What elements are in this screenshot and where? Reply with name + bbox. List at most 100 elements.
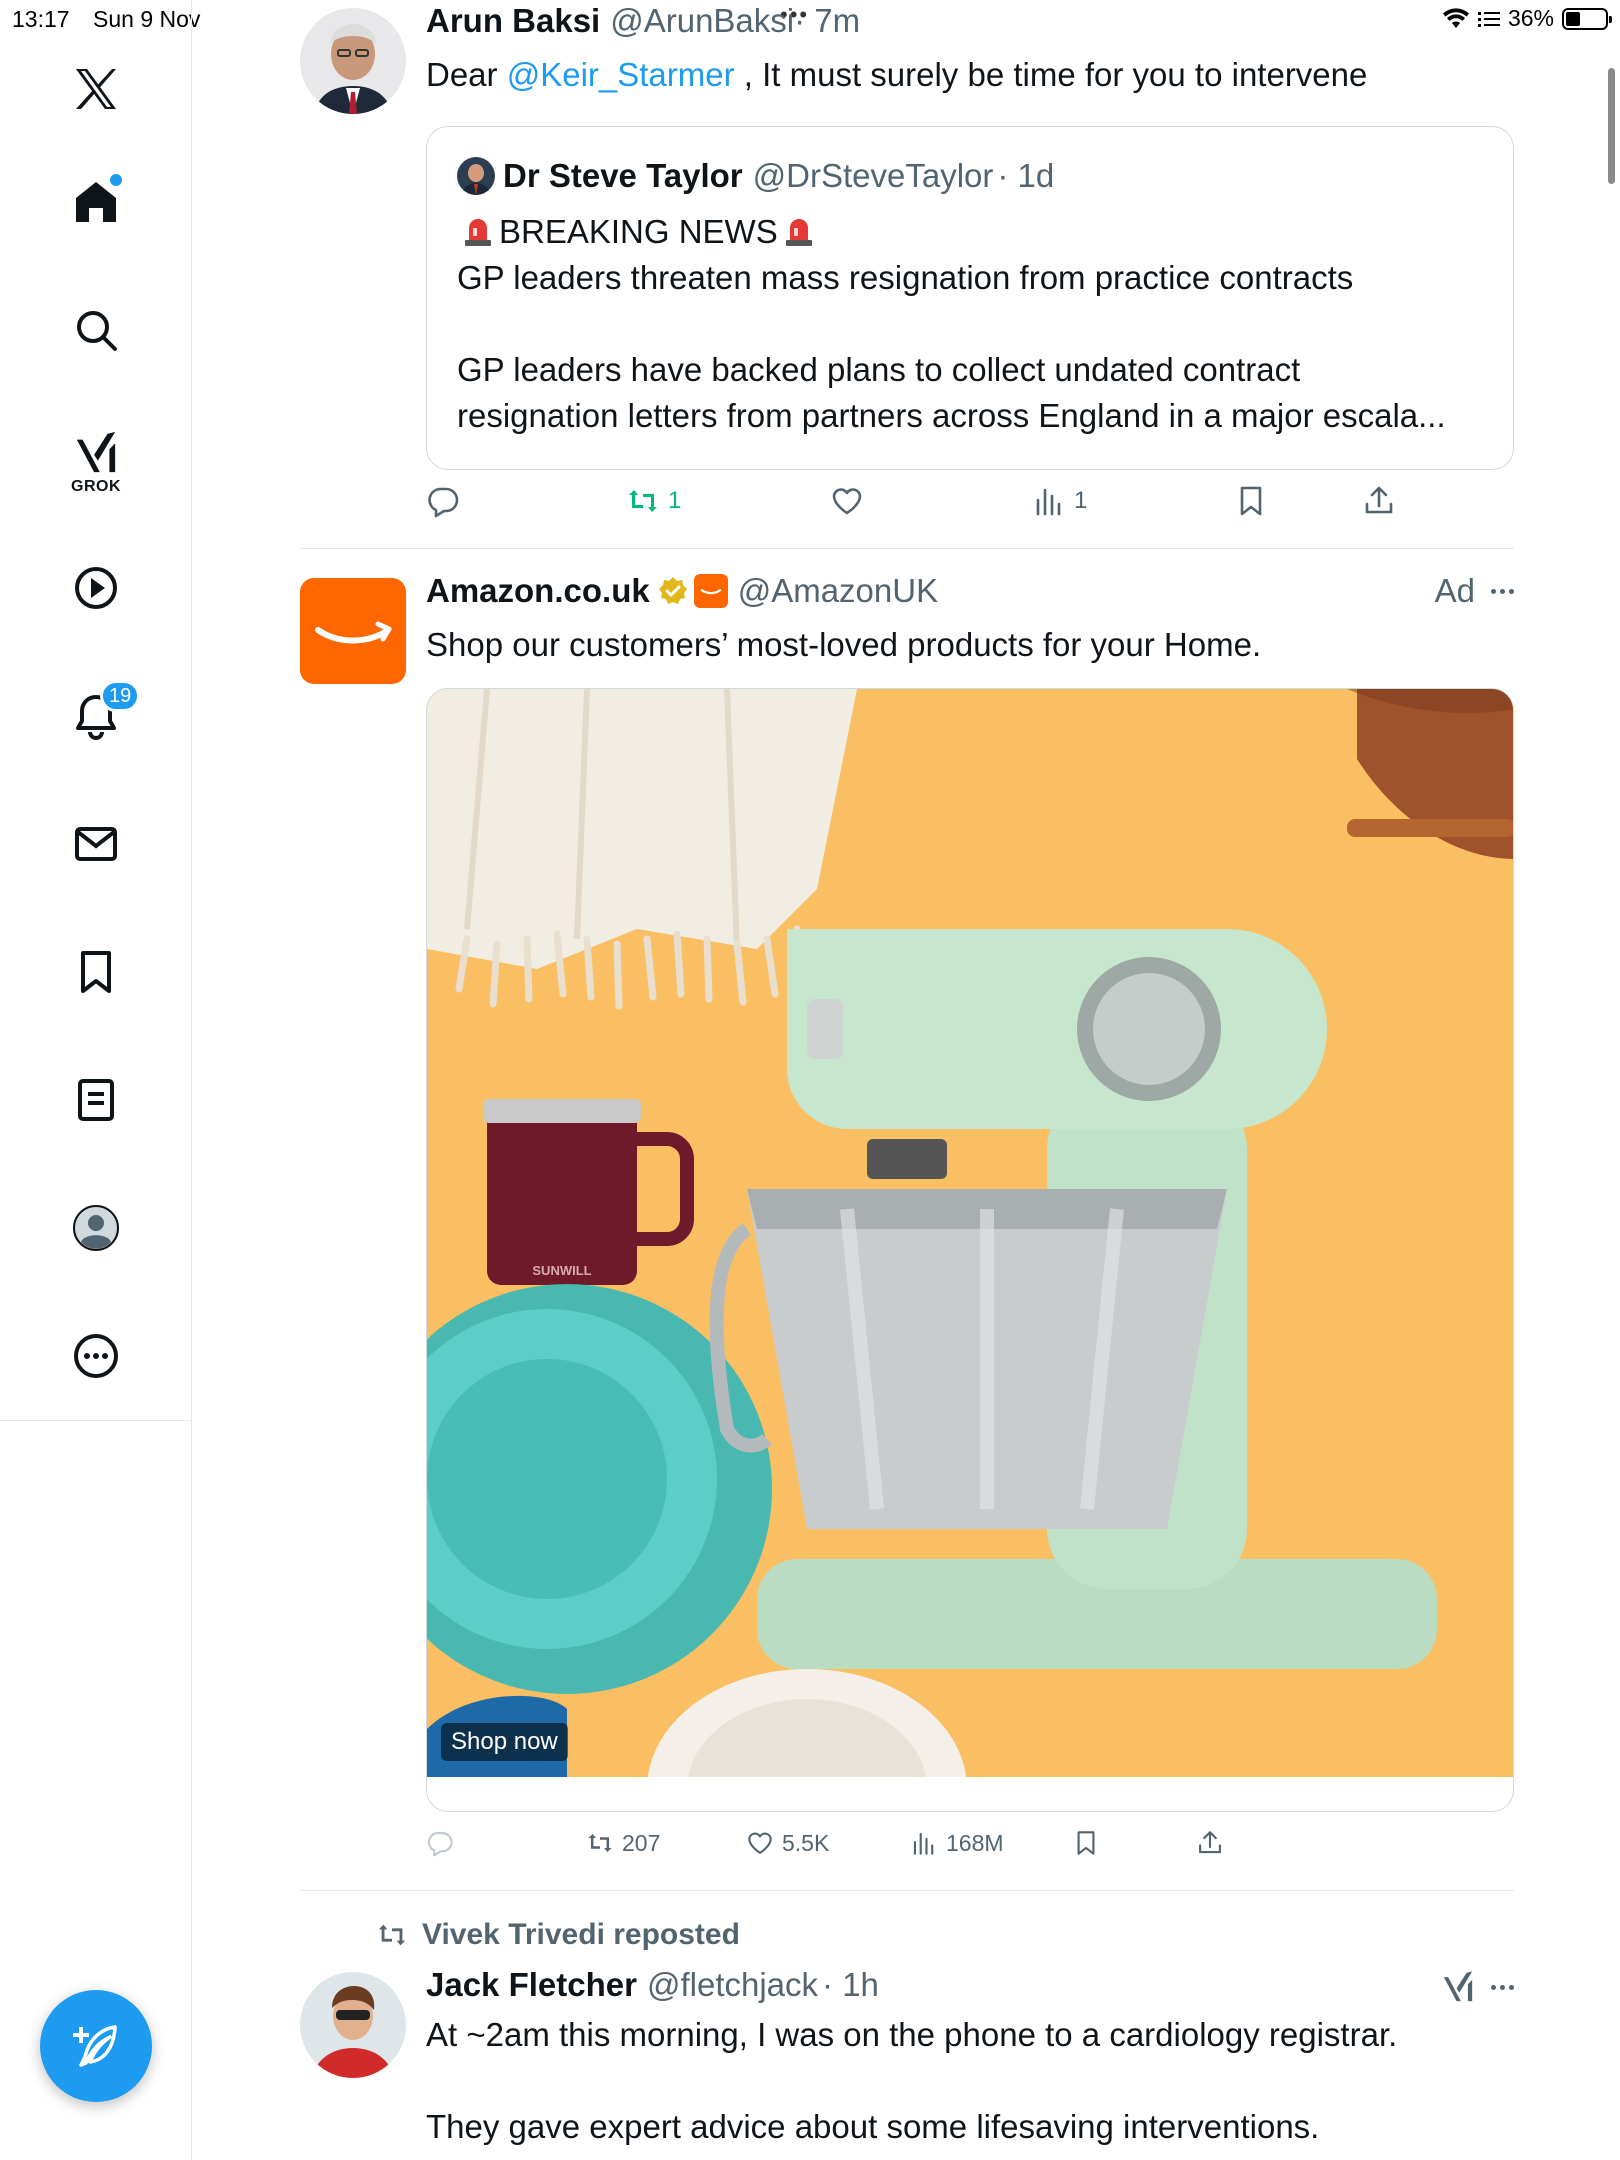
tweet-text: Shop our customers’ most-loved products … (426, 626, 1262, 663)
quote-author-handle[interactable]: @DrSteveTaylor (753, 157, 994, 195)
scrollbar[interactable] (1608, 68, 1615, 184)
views-button[interactable]: 1 (1032, 476, 1087, 526)
author-name[interactable]: Amazon.co.uk (426, 572, 650, 610)
quote-headline-line: BREAKING NEWS (457, 209, 820, 255)
tweet-divider (300, 1890, 1514, 1891)
mail-icon (75, 827, 117, 861)
sidebar-item-grok[interactable]: GROK (56, 418, 136, 508)
quote-headline: BREAKING NEWS (499, 213, 778, 250)
sidebar-item-search[interactable] (56, 290, 136, 370)
view-count: 168M (946, 1829, 1004, 1856)
tweet-header: Arun Baksi @ArunBaksi · 7m (426, 2, 860, 40)
ad-label: Ad (1434, 572, 1475, 609)
share-button[interactable] (1362, 476, 1396, 526)
shop-now-button[interactable]: Shop now (441, 1723, 568, 1761)
quote-author-name[interactable]: Dr Steve Taylor (503, 157, 743, 195)
tweet-text: Dear @Keir_Starmer , It must surely be t… (426, 52, 1367, 98)
grok-icon[interactable] (1441, 1970, 1475, 2004)
amazon-logo-avatar[interactable] (300, 578, 406, 684)
notification-badge: 19 (100, 680, 141, 712)
affiliate-badge-icon (693, 574, 728, 608)
reposted-by: Vivek Trivedi reposted (422, 1918, 740, 1951)
like-button[interactable] (830, 476, 872, 526)
author-handle[interactable]: @fletchjack (647, 1966, 818, 2004)
sidebar-divider (0, 1420, 192, 1421)
x-logo-icon[interactable] (56, 49, 136, 129)
like-button[interactable]: 5.5K (746, 1818, 829, 1868)
tweet-text-line-2: They gave expert advice about some lifes… (426, 2108, 1320, 2145)
author-name[interactable]: Jack Fletcher (426, 1966, 637, 2004)
repost-icon (588, 1833, 612, 1853)
quote-header: Dr Steve Taylor @DrSteveTaylor · 1d (457, 157, 1054, 195)
sidebar-item-messages[interactable] (56, 804, 136, 884)
sidebar-item-notifications[interactable]: 19 (56, 676, 141, 756)
compose-icon (73, 2025, 117, 2067)
tweet-actions: 1 1 (426, 476, 1426, 526)
mention-link[interactable]: @Keir_Starmer (507, 56, 735, 93)
more-options-icon[interactable] (1491, 588, 1514, 594)
author-handle[interactable]: @AmazonUK (738, 572, 938, 610)
quote-avatar (457, 157, 495, 195)
quote-line-1: GP leaders threaten mass resignation fro… (457, 259, 1354, 296)
repost-count: 207 (622, 1829, 661, 1856)
grok-label: GROK (71, 478, 121, 495)
tweet-time[interactable]: · 1h (822, 1966, 879, 2004)
author-name[interactable]: Arun Baksi (426, 2, 600, 40)
quote-time: · 1d (997, 157, 1055, 194)
home-notification-dot (110, 174, 122, 186)
sidebar-item-video[interactable] (56, 548, 136, 628)
battery-percent: 36% (1507, 5, 1554, 31)
sidebar-item-lists[interactable] (56, 1060, 136, 1140)
more-options-icon[interactable] (1491, 1984, 1514, 1990)
tweet-top-right (1441, 1970, 1514, 2004)
bookmark-icon (1077, 1831, 1095, 1855)
like-count: 5.5K (782, 1829, 830, 1856)
tweet-header: Amazon.co.uk @AmazonUK (426, 572, 938, 610)
siren-icon (465, 219, 491, 246)
repost-count: 1 (668, 487, 682, 514)
quote-line-2: GP leaders have backed plans to collect … (457, 351, 1301, 388)
share-icon (1365, 486, 1393, 514)
tweet-divider (300, 548, 1514, 549)
share-icon (1199, 1831, 1221, 1854)
views-button[interactable]: 168M (910, 1818, 1004, 1868)
bookmark-button[interactable] (1072, 1818, 1100, 1868)
repost-button[interactable]: 1 (626, 476, 681, 526)
signal-lines-icon (1477, 11, 1500, 27)
bookmark-icon (81, 951, 111, 993)
reply-icon (427, 1832, 453, 1857)
sidebar-item-profile[interactable] (56, 1188, 136, 1268)
mug-brand-label: SUNWILL (532, 1263, 591, 1278)
ad-media-card[interactable]: SUNWILL Shop now (426, 688, 1514, 1812)
author-handle[interactable]: @ArunBaksi (610, 2, 794, 40)
repost-icon (629, 490, 657, 512)
ad-product-image[interactable]: SUNWILL (427, 689, 1514, 1777)
sidebar: GROK 19 (0, 0, 192, 2160)
sidebar-item-more[interactable] (56, 1316, 136, 1396)
avatar[interactable] (300, 8, 406, 114)
views-icon (1036, 488, 1061, 516)
quote-line-3: resignation letters from partners across… (457, 397, 1446, 434)
avatar[interactable] (300, 1972, 406, 2078)
ad-tweet-actions: 207 5.5K 168M (426, 1818, 1426, 1868)
video-icon (75, 567, 117, 609)
more-icon (74, 1334, 118, 1378)
tweet-time[interactable]: · 7m (794, 2, 860, 40)
sidebar-item-home[interactable] (56, 162, 136, 242)
reply-button[interactable] (426, 476, 468, 526)
repost-context[interactable]: Vivek Trivedi reposted (376, 1918, 740, 1952)
compose-button[interactable] (40, 1990, 152, 2102)
sidebar-item-bookmarks[interactable] (56, 932, 136, 1012)
views-icon (913, 1832, 934, 1855)
reply-button[interactable] (426, 1818, 454, 1868)
tweet-header: Jack Fletcher @fletchjack · 1h (426, 1966, 879, 2004)
repost-icon (378, 1924, 406, 1946)
repost-button[interactable]: 207 (586, 1818, 660, 1868)
status-right: 36% (1442, 5, 1612, 32)
wifi-icon (1442, 7, 1469, 28)
siren-icon (785, 219, 812, 246)
bookmark-button[interactable] (1234, 476, 1268, 526)
reply-icon (428, 487, 459, 518)
share-button[interactable] (1196, 1818, 1224, 1868)
quoted-tweet[interactable]: Dr Steve Taylor @DrSteveTaylor · 1d BREA… (426, 126, 1514, 470)
